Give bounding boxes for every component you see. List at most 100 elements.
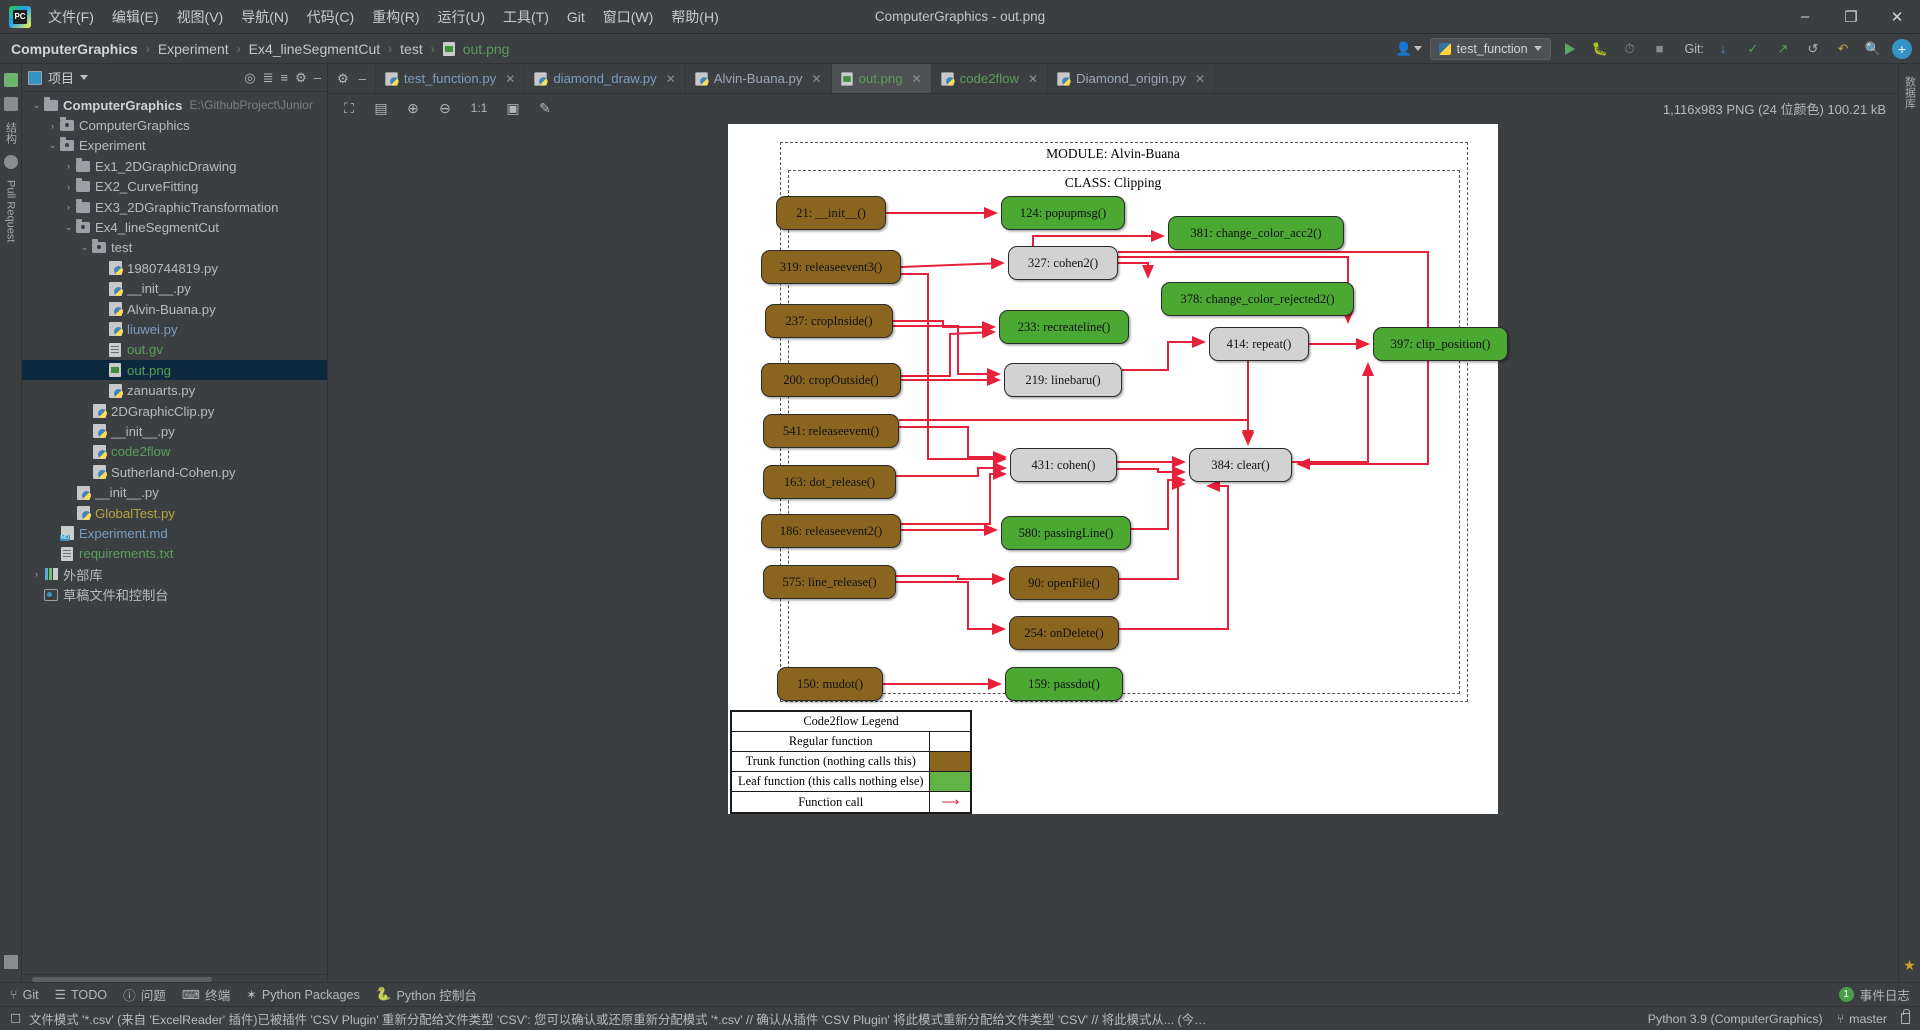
project-horizontal-scrollbar[interactable] (22, 974, 327, 982)
commit-icon[interactable]: ✓ (1742, 38, 1764, 60)
menu-item-refactor[interactable]: 重构(R) (363, 3, 428, 31)
search-icon[interactable]: 🔍 (1862, 38, 1884, 60)
settings-icon[interactable]: ⚙ (337, 71, 349, 87)
tab-test-function[interactable]: test_function.py ✕ (376, 64, 526, 93)
close-tab-icon[interactable]: ✕ (912, 72, 922, 86)
tab-diamond-draw[interactable]: diamond_draw.py ✕ (525, 64, 686, 93)
tool-git[interactable]: ⑂ Git (10, 988, 39, 1002)
left-tab-pull-request[interactable]: Pull Request (3, 174, 19, 248)
debug-button[interactable]: 🐛 (1589, 38, 1611, 60)
tree-node-experiment[interactable]: ⌄ Experiment (22, 136, 327, 156)
close-icon[interactable]: ✕ (1874, 0, 1920, 34)
locate-icon[interactable]: ◎ (244, 70, 255, 86)
tree-node-test[interactable]: ⌄ test (22, 238, 327, 258)
breadcrumb-item-experiment[interactable]: Experiment (155, 41, 232, 57)
tree-node-zanuarts-py[interactable]: zanuarts.py (22, 380, 327, 400)
tree-node-ex3-2dgraphictransformation[interactable]: › EX3_2DGraphicTransformation (22, 197, 327, 217)
tree-node-code2flow[interactable]: code2flow (22, 442, 327, 462)
tool-problems[interactable]: ⓘ 问题 (123, 985, 166, 1004)
tree-expand-arrow[interactable]: ⌄ (30, 100, 43, 111)
stop-button[interactable]: ■ (1649, 38, 1671, 60)
terminal-strip-icon[interactable] (3, 955, 18, 969)
breadcrumb-item-outpng[interactable]: out.png (460, 41, 513, 57)
breadcrumb-item-project[interactable]: ComputerGraphics (8, 41, 141, 57)
tab-code2flow[interactable]: code2flow ✕ (932, 64, 1049, 93)
project-tree[interactable]: ⌄ ComputerGraphics E:\GithubProject\Junior… (22, 92, 327, 974)
tree-node-ex1-2dgraphicdrawing[interactable]: › Ex1_2DGraphicDrawing (22, 156, 327, 176)
history-icon[interactable]: ↺ (1802, 38, 1824, 60)
tree-node-globaltest-py[interactable]: GlobalTest.py (22, 503, 327, 523)
menu-item-code[interactable]: 代码(C) (298, 3, 363, 31)
tree-node--init-py[interactable]: __init__.py (22, 421, 327, 441)
tree-expand-arrow[interactable]: › (30, 569, 43, 579)
tree-node--[interactable]: 草稿文件和控制台 (22, 584, 327, 604)
tab-out-png[interactable]: out.png ✕ (831, 64, 932, 93)
menu-item-help[interactable]: 帮助(H) (662, 3, 727, 31)
expand-all-icon[interactable]: ≣ (263, 70, 274, 86)
tree-node-ex2-curvefitting[interactable]: › EX2_CurveFitting (22, 177, 327, 197)
project-tab-icon[interactable] (3, 73, 18, 87)
tree-node-2dgraphicclip-py[interactable]: 2DGraphicClip.py (22, 401, 327, 421)
minimize-icon[interactable]: – (1782, 0, 1828, 34)
tree-expand-arrow[interactable]: › (62, 182, 75, 192)
close-tab-icon[interactable]: ✕ (666, 72, 676, 86)
tree-node-experiment-md[interactable]: Experiment.md (22, 523, 327, 543)
tree-node--init-py[interactable]: __init__.py (22, 279, 327, 299)
tree-node-1980744819-py[interactable]: 1980744819.py (22, 258, 327, 278)
add-icon[interactable]: + (1892, 38, 1912, 59)
profile-button[interactable]: ⏱ (1619, 38, 1641, 60)
collapse-all-icon[interactable]: ≡ (281, 70, 289, 85)
tree-node-requirements-txt[interactable]: requirements.txt (22, 544, 327, 564)
close-tab-icon[interactable]: ✕ (505, 72, 515, 86)
color-picker-icon[interactable]: ✎ (536, 99, 554, 117)
tree-expand-arrow[interactable]: › (46, 121, 59, 131)
menu-item-tools[interactable]: 工具(T) (494, 3, 558, 31)
fit-content-icon[interactable]: ⛶ (340, 99, 358, 117)
tool-terminal[interactable]: ⌨ 终端 (182, 985, 230, 1004)
zoom-in-icon[interactable]: ⊕ (404, 99, 422, 117)
interpreter-label[interactable]: Python 3.9 (ComputerGraphics) (1648, 1012, 1823, 1026)
account-icon[interactable]: 👤 (1395, 41, 1422, 57)
breadcrumb-item-test[interactable]: test (397, 41, 426, 57)
transparency-icon[interactable]: ▣ (504, 99, 522, 117)
tool-python-packages[interactable]: ✶ Python Packages (246, 987, 360, 1003)
tree-expand-arrow[interactable]: ⌄ (62, 222, 75, 233)
undo-icon[interactable]: ↶ (1832, 38, 1854, 60)
close-tab-icon[interactable]: ✕ (1195, 72, 1205, 86)
tree-expand-arrow[interactable]: ⌄ (46, 140, 59, 151)
commit-tab-icon[interactable] (3, 97, 18, 111)
lock-icon[interactable] (1901, 1009, 1910, 1024)
tree-node-sutherland-cohen-py[interactable]: Sutherland-Cohen.py (22, 462, 327, 482)
menu-item-navigate[interactable]: 导航(N) (232, 3, 297, 31)
event-log-label[interactable]: 事件日志 (1860, 985, 1910, 1004)
menu-item-view[interactable]: 视图(V) (168, 3, 233, 31)
menu-item-edit[interactable]: 编辑(E) (103, 3, 168, 31)
tab-alvin-buana[interactable]: Alvin-Buana.py ✕ (686, 64, 832, 93)
tree-node-out-png[interactable]: out.png (22, 360, 327, 381)
tool-todo[interactable]: ☰ TODO (55, 987, 107, 1003)
settings-icon[interactable]: ⚙ (295, 70, 307, 86)
run-button[interactable] (1559, 38, 1581, 60)
tree-expand-arrow[interactable]: › (62, 161, 75, 171)
close-tab-icon[interactable]: ✕ (1028, 72, 1038, 86)
tree-node-liuwei-py[interactable]: liuwei.py (22, 319, 327, 339)
update-project-icon[interactable]: ↓ (1712, 38, 1734, 60)
tab-diamond-origin[interactable]: Diamond_origin.py ✕ (1048, 64, 1216, 93)
maximize-icon[interactable]: ❐ (1828, 0, 1874, 34)
breadcrumb-item-ex4[interactable]: Ex4_lineSegmentCut (246, 41, 384, 57)
tree-expand-arrow[interactable]: › (62, 202, 75, 212)
close-tab-icon[interactable]: ✕ (811, 72, 821, 86)
tree-node-computergraphics[interactable]: › ComputerGraphics (22, 115, 327, 135)
zoom-out-icon[interactable]: ⊖ (436, 99, 454, 117)
tree-node--[interactable]: › 外部库 (22, 564, 327, 584)
grid-icon[interactable]: ▤ (372, 99, 390, 117)
tree-node-ex4-linesegmentcut[interactable]: ⌄ Ex4_lineSegmentCut (22, 217, 327, 237)
status-message[interactable]: 文件模式 '*.csv' (来自 'ExcelReader' 插件)已被插件 '… (29, 1010, 1209, 1028)
branch-indicator[interactable]: ⑂ master (1837, 1012, 1887, 1026)
hide-icon[interactable]: – (314, 70, 321, 85)
tree-node-computergraphics[interactable]: ⌄ ComputerGraphics E:\GithubProject\Junior (22, 95, 327, 115)
image-canvas-wrapper[interactable]: MODULE: Alvin-Buana CLASS: Clipping 21: … (328, 122, 1898, 982)
push-icon[interactable]: ↗ (1772, 38, 1794, 60)
chevron-down-icon[interactable] (80, 75, 89, 80)
tree-expand-arrow[interactable]: ⌄ (78, 242, 91, 253)
